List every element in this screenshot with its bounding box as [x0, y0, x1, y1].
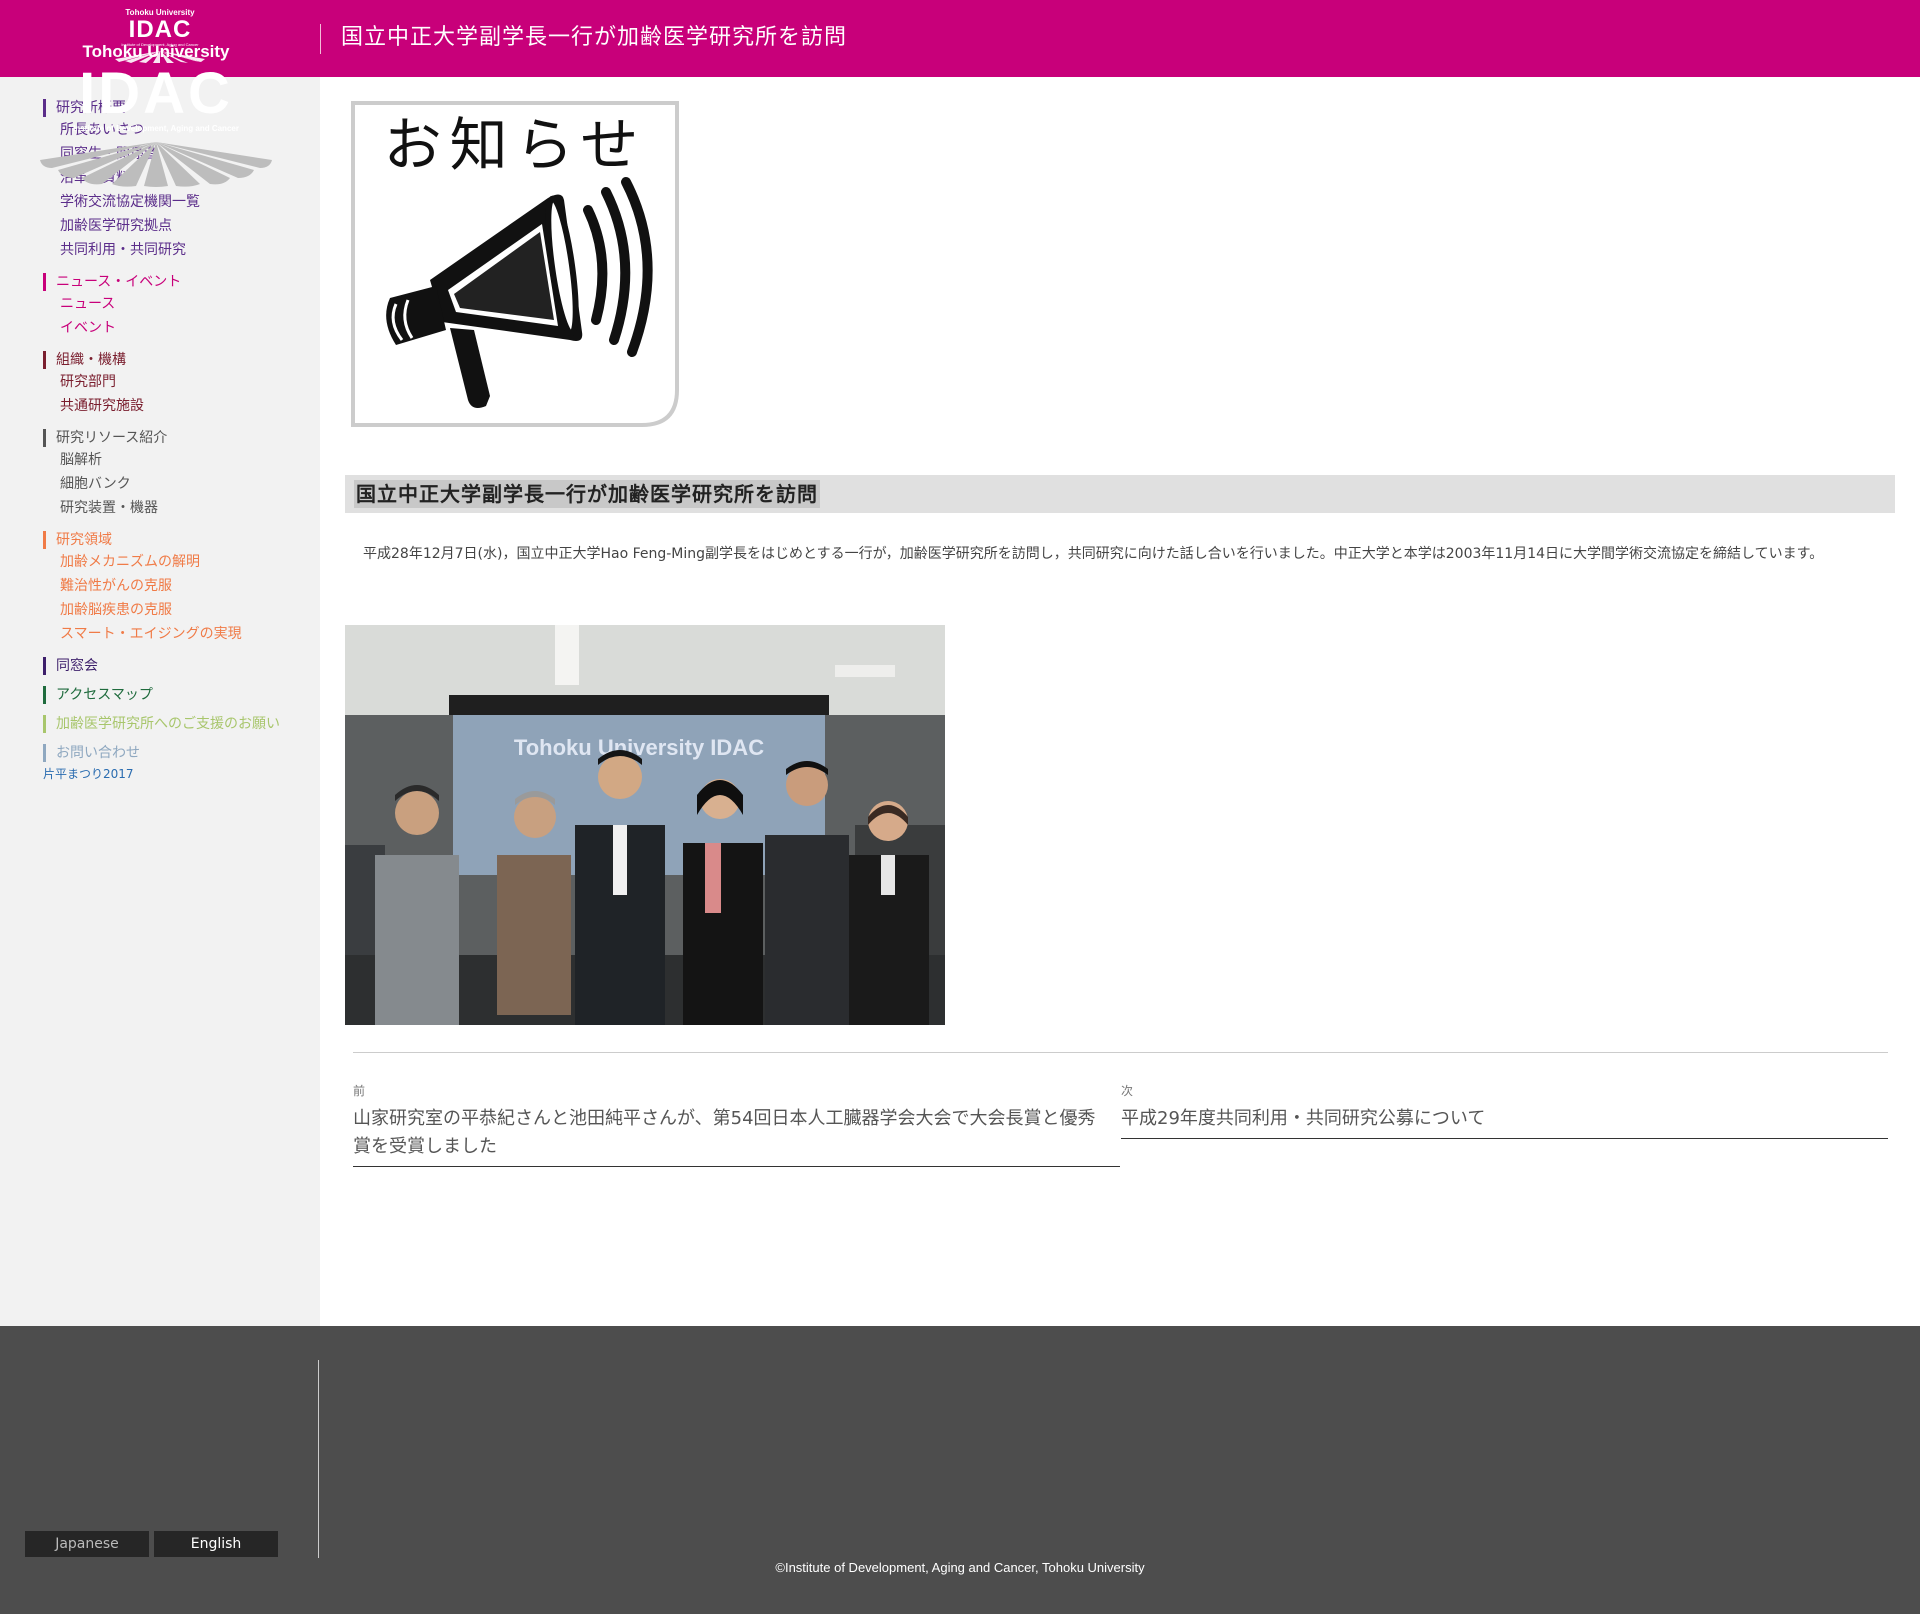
sidebar-item[interactable]: イベント — [43, 316, 313, 340]
sidebar-section-4[interactable]: 研究領域 — [43, 531, 313, 549]
sidebar-nav: 研究所概要所長あいさつ同窓生・関係者沿革・資料学術交流協定機関一覧加齢医学研究拠… — [43, 99, 313, 782]
sidebar-item[interactable]: 研究装置・機器 — [43, 496, 313, 520]
sidebar-section-5[interactable]: 同窓会 — [43, 657, 313, 675]
notice-image: お知らせ — [350, 100, 680, 428]
next-post[interactable]: 次 平成29年度共同利用・共同研究公募について — [1121, 1083, 1888, 1139]
sidebar-section-6[interactable]: アクセスマップ — [43, 686, 313, 704]
article-title: 国立中正大学副学長一行が加齢医学研究所を訪問 — [354, 480, 820, 508]
article-body: 平成28年12月7日(水)，国立中正大学Hao Feng-Ming副学長をはじめ… — [363, 546, 1824, 562]
sidebar-item[interactable]: 脳解析 — [43, 448, 313, 472]
footer-logo[interactable]: Tohoku University IDAC Institute of Deve… — [36, 42, 276, 188]
sidebar-section-1[interactable]: ニュース・イベント — [43, 273, 313, 291]
footer-logo-university: Tohoku University — [82, 42, 230, 61]
page-title: 国立中正大学副学長一行が加齢医学研究所を訪問 — [341, 25, 848, 50]
prev-post-link[interactable]: 山家研究室の平恭紀さんと池田純平さんが、第54回日本人工臓器学会大会で大会長賞と… — [353, 1105, 1120, 1167]
article-title-bar: 国立中正大学副学長一行が加齢医学研究所を訪問 — [345, 475, 1895, 513]
logo-name: IDAC — [128, 16, 192, 43]
sidebar-section-3[interactable]: 研究リソース紹介 — [43, 429, 313, 447]
lang-japanese-button[interactable]: Japanese — [25, 1531, 149, 1557]
header-divider — [320, 24, 321, 54]
sidebar-item[interactable]: 加齢脳疾患の克服 — [43, 598, 313, 622]
article-photo: Tohoku University IDAC — [345, 625, 945, 1025]
sidebar-item[interactable]: 共同利用・共同研究 — [43, 238, 313, 262]
prev-post[interactable]: 前 山家研究室の平恭紀さんと池田純平さんが、第54回日本人工臓器学会大会で大会長… — [353, 1083, 1120, 1167]
sidebar-extra-link[interactable]: 片平まつり2017 — [43, 766, 313, 782]
footer-logo-fan-icon — [40, 142, 272, 187]
site-header: Tohoku University IDAC Institute of Deve… — [0, 0, 1920, 77]
footer-divider — [318, 1360, 319, 1558]
prev-post-label: 前 — [353, 1084, 366, 1098]
sidebar-item[interactable]: 共通研究施設 — [43, 394, 313, 418]
sidebar: 研究所概要所長あいさつ同窓生・関係者沿革・資料学術交流協定機関一覧加齢医学研究拠… — [0, 77, 320, 1326]
sidebar-item[interactable]: 研究部門 — [43, 370, 313, 394]
sidebar-item[interactable]: 加齢医学研究拠点 — [43, 214, 313, 238]
sidebar-section-2[interactable]: 組織・機構 — [43, 351, 313, 369]
sidebar-section-8[interactable]: お問い合わせ — [43, 744, 313, 762]
sidebar-item[interactable]: スマート・エイジングの実現 — [43, 622, 313, 646]
notice-text: お知らせ — [384, 111, 647, 179]
sidebar-item[interactable]: 難治性がんの克服 — [43, 574, 313, 598]
sidebar-item[interactable]: 加齢メカニズムの解明 — [43, 550, 313, 574]
sidebar-item[interactable]: 学術交流協定機関一覧 — [43, 190, 313, 214]
projection-screen-text: Tohoku University IDAC — [514, 735, 764, 760]
content-divider — [353, 1052, 1888, 1053]
footer-logo-subtitle: Institute of Development, Aging and Canc… — [73, 124, 239, 133]
copyright: ©Institute of Development, Aging and Can… — [775, 1560, 1145, 1575]
lang-english-button[interactable]: English — [154, 1531, 278, 1557]
footer-logo-name: IDAC — [79, 61, 233, 126]
sidebar-item[interactable]: 細胞バンク — [43, 472, 313, 496]
sidebar-section-7[interactable]: 加齢医学研究所へのご支援のお願い — [43, 715, 313, 733]
next-post-label: 次 — [1121, 1084, 1134, 1098]
next-post-link[interactable]: 平成29年度共同利用・共同研究公募について — [1121, 1105, 1888, 1139]
sidebar-item[interactable]: ニュース — [43, 292, 313, 316]
